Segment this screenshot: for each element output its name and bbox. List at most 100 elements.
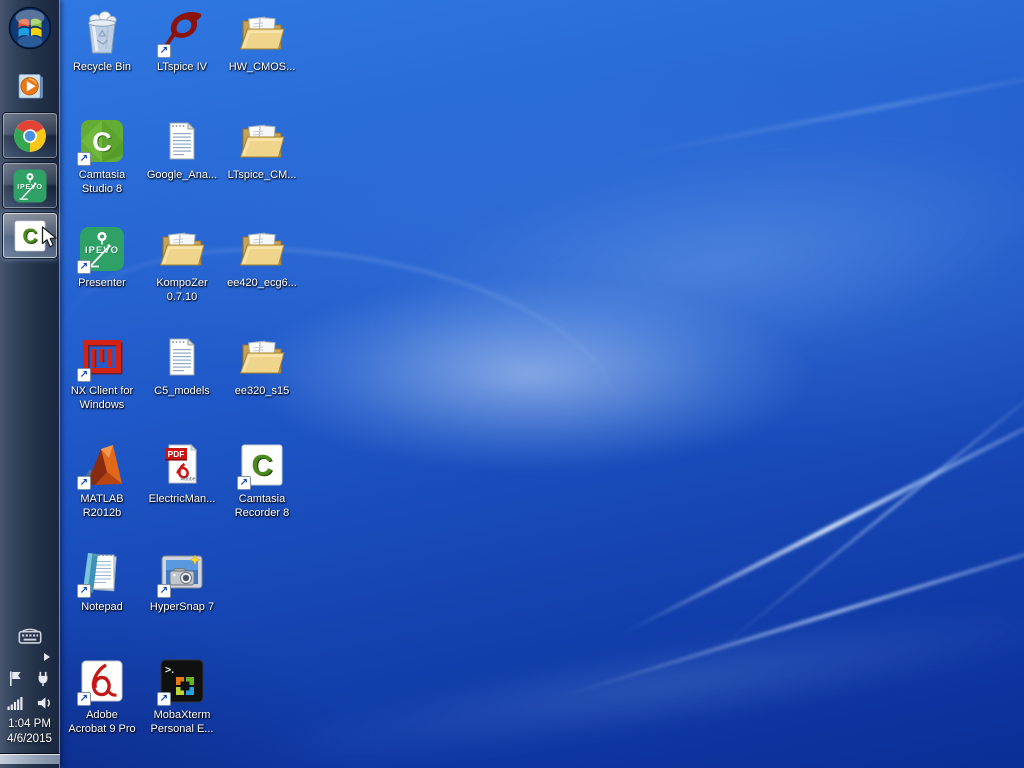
clock[interactable]: 1:04 PM 4/6/2015: [7, 717, 52, 747]
ltspice-icon: ↗: [158, 9, 206, 57]
moba-icon: >. ↗: [158, 657, 206, 705]
pdf-icon: PDF Adobe: [158, 441, 206, 489]
desktop-icon-notepad[interactable]: ↗ Notepad: [62, 544, 142, 652]
desktop-icon-hw-cmos[interactable]: HW_CMOS...: [222, 4, 302, 112]
desktop-icon-presenter[interactable]: IPEVOIPEVO↗ Presenter: [62, 220, 142, 328]
desktop-icon-google-ana[interactable]: Google_Ana...: [142, 112, 222, 220]
desktop-icon-nx-client-for-windows[interactable]: ↗ NX Client forWindows: [62, 328, 142, 436]
camtasia-studio-icon: CC↗: [78, 117, 126, 165]
taskbar-item-chrome[interactable]: [2, 112, 58, 159]
matlab-icon: ↗: [78, 441, 126, 489]
desktop-icon-label: Notepad: [81, 601, 123, 615]
shortcut-arrow-icon: ↗: [77, 692, 91, 706]
nx-icon: ↗: [78, 333, 126, 381]
shortcut-arrow-icon: ↗: [77, 584, 91, 598]
camtasia-icon: C C: [12, 218, 48, 254]
desktop: { "wallpaper": { "base_color": "#1f58c8"…: [0, 0, 1024, 768]
show-hidden-icons-arrow[interactable]: [44, 653, 50, 661]
shortcut-arrow-icon: ↗: [157, 584, 171, 598]
clock-date: 4/6/2015: [7, 732, 52, 747]
desktop-icon-label: HW_CMOS...: [229, 61, 296, 75]
desktop-icon-label: CamtasiaStudio 8: [79, 169, 125, 196]
svg-text:Adobe: Adobe: [180, 477, 195, 483]
ipevo-presenter-icon: IPEVO IPEVO: [12, 168, 48, 204]
svg-text:C: C: [92, 127, 112, 157]
shortcut-arrow-icon: ↗: [77, 152, 91, 166]
desktop-icon-camtasia-studio-8[interactable]: CC↗ CamtasiaStudio 8: [62, 112, 142, 220]
clock-time: 1:04 PM: [7, 717, 52, 732]
folder-icon: [158, 225, 206, 273]
desktop-icon-grid: Recycle BinCC↗CamtasiaStudio 8IPEVOIPEVO…: [62, 4, 302, 760]
shortcut-arrow-icon: ↗: [77, 476, 91, 490]
shortcut-arrow-icon: ↗: [237, 476, 251, 490]
desktop-icon-adobe-acrobat-9-pro[interactable]: ↗ AdobeAcrobat 9 Pro: [62, 652, 142, 760]
taskbar-item-ipevo[interactable]: IPEVO IPEVO: [2, 162, 58, 209]
shortcut-arrow-icon: ↗: [77, 368, 91, 382]
wallpaper-ray: [554, 504, 1024, 701]
desktop-icon-c5-models[interactable]: C5_models: [142, 328, 222, 436]
desktop-icon-label: Recycle Bin: [73, 61, 131, 75]
wallpaper-ray: [604, 60, 1024, 162]
textdoc-icon: [158, 333, 206, 381]
camtasia-rec-icon: CC↗: [238, 441, 286, 489]
desktop-icon-ltspice-iv[interactable]: ↗ LTspice IV: [142, 4, 222, 112]
desktop-icon-recycle-bin[interactable]: Recycle Bin: [62, 4, 142, 112]
shortcut-arrow-icon: ↗: [157, 692, 171, 706]
start-button[interactable]: [7, 5, 53, 51]
desktop-icon-label: CamtasiaRecorder 8: [235, 493, 289, 520]
windows-media-player-icon: [11, 68, 49, 106]
folder-icon: [238, 225, 286, 273]
desktop-icon-label: Presenter: [78, 277, 126, 291]
desktop-icon-label: C5_models: [154, 385, 210, 399]
desktop-icon-matlab-r2012b[interactable]: ↗MATLABR2012b: [62, 436, 142, 544]
desktop-icon-label: Google_Ana...: [147, 169, 217, 183]
textdoc-icon: [158, 117, 206, 165]
wallpaper-ray: [258, 576, 1024, 768]
taskbar-item-media-player[interactable]: [3, 65, 57, 109]
show-desktop-button[interactable]: [0, 753, 60, 764]
desktop-icon-hypersnap-7[interactable]: ↗HyperSnap 7: [142, 544, 222, 652]
desktop-icon-label: AdobeAcrobat 9 Pro: [68, 709, 135, 736]
wallpaper-light-band: [315, 80, 1024, 451]
desktop-icon-ltspice-cm[interactable]: LTspice_CM...: [222, 112, 302, 220]
volume-speaker-icon[interactable]: [36, 696, 53, 710]
taskbar-item-camtasia[interactable]: C C: [2, 212, 58, 259]
notification-area: 1:04 PM 4/6/2015: [0, 619, 59, 768]
desktop-icon-label: LTspice_CM...: [228, 169, 297, 183]
desktop-icon-mobaxterm-personal-e[interactable]: >. ↗ MobaXtermPersonal E...: [142, 652, 222, 760]
wallpaper-ray: [619, 378, 1024, 637]
taskbar: IPEVO IPEVO C C: [0, 0, 60, 768]
folder-icon: [238, 117, 286, 165]
desktop-icon-label: ee320_s15: [235, 385, 289, 399]
folder-icon: [238, 333, 286, 381]
desktop-icon-ee420-ecg6[interactable]: ee420_ecg6...: [222, 220, 302, 328]
desktop-icon-camtasia-recorder-8[interactable]: CC↗ CamtasiaRecorder 8: [222, 436, 302, 544]
svg-text:C: C: [22, 225, 37, 248]
desktop-icon-label: MobaXtermPersonal E...: [151, 709, 214, 736]
desktop-icon-kompozer-0-7-10[interactable]: KompoZer0.7.10: [142, 220, 222, 328]
shortcut-arrow-icon: ↗: [157, 44, 171, 58]
notepad-icon: ↗: [78, 549, 126, 597]
desktop-icon-label: ElectricMan...: [149, 493, 216, 507]
start-orb-icon: [7, 5, 53, 51]
svg-text:PDF: PDF: [168, 449, 185, 459]
desktop-icon-label: LTspice IV: [157, 61, 207, 75]
hypersnap-icon: ↗: [158, 549, 206, 597]
desktop-icon-label: NX Client forWindows: [71, 385, 133, 412]
touch-keyboard-icon[interactable]: [18, 628, 42, 644]
desktop-icon-label: KompoZer0.7.10: [156, 277, 207, 304]
svg-text:C: C: [252, 450, 273, 482]
wallpaper-glow: [250, 280, 810, 470]
shortcut-arrow-icon: ↗: [77, 260, 91, 274]
network-signal-icon[interactable]: [6, 696, 24, 710]
ipevo-icon: IPEVOIPEVO↗: [78, 225, 126, 273]
wallpaper-ray: [711, 357, 1024, 655]
power-plug-icon[interactable]: [35, 670, 51, 687]
acrobat-icon: ↗: [78, 657, 126, 705]
svg-text:>.: >.: [165, 664, 174, 676]
desktop-icon-electricman[interactable]: PDF Adobe ElectricMan...: [142, 436, 222, 544]
desktop-icon-ee320-s15[interactable]: ee320_s15: [222, 328, 302, 436]
chrome-icon: [11, 117, 49, 155]
action-center-flag-icon[interactable]: [8, 670, 23, 687]
recycle-icon: [78, 9, 126, 57]
